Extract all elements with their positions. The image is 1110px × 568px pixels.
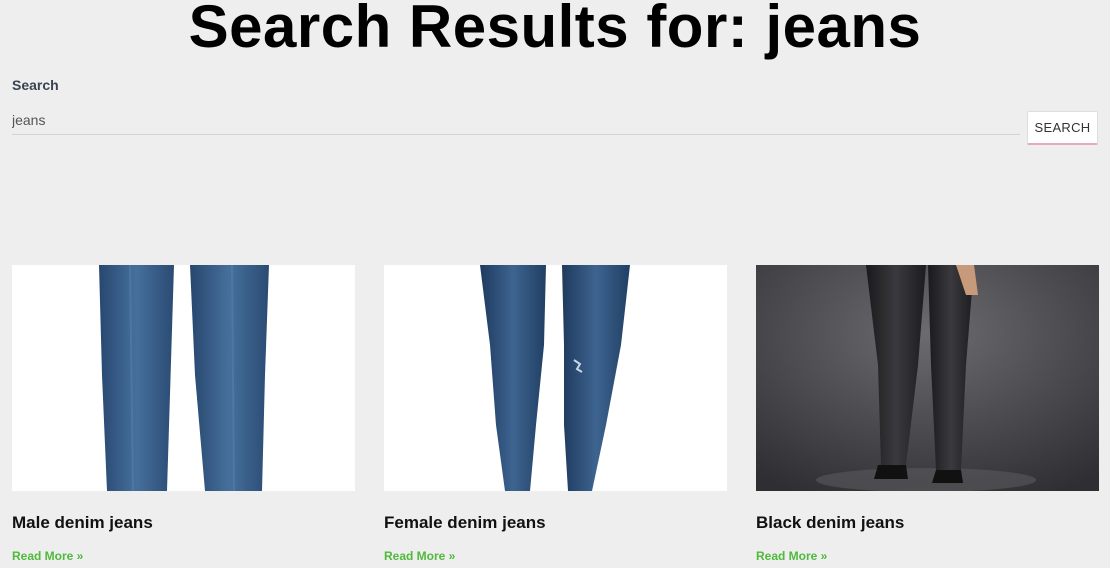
page-title: Search Results for: jeans [188,0,922,60]
black-jeans-image[interactable] [756,265,1099,491]
result-title[interactable]: Black denim jeans [756,513,1099,533]
search-results-page: Search Results for: jeans Search SEARCH [0,0,1110,568]
male-jeans-image[interactable] [12,265,355,491]
search-label: Search [12,77,59,93]
read-more-link[interactable]: Read More » [756,549,827,563]
result-card: Male denim jeans Read More » [12,265,355,565]
read-more-link[interactable]: Read More » [12,549,83,563]
result-title[interactable]: Male denim jeans [12,513,355,533]
female-jeans-image[interactable] [384,265,727,491]
result-card: Female denim jeans Read More » [384,265,727,565]
result-card: Black denim jeans Read More » [756,265,1099,565]
search-button[interactable]: SEARCH [1027,111,1098,145]
read-more-link[interactable]: Read More » [384,549,455,563]
search-input[interactable] [12,106,1020,135]
result-title[interactable]: Female denim jeans [384,513,727,533]
